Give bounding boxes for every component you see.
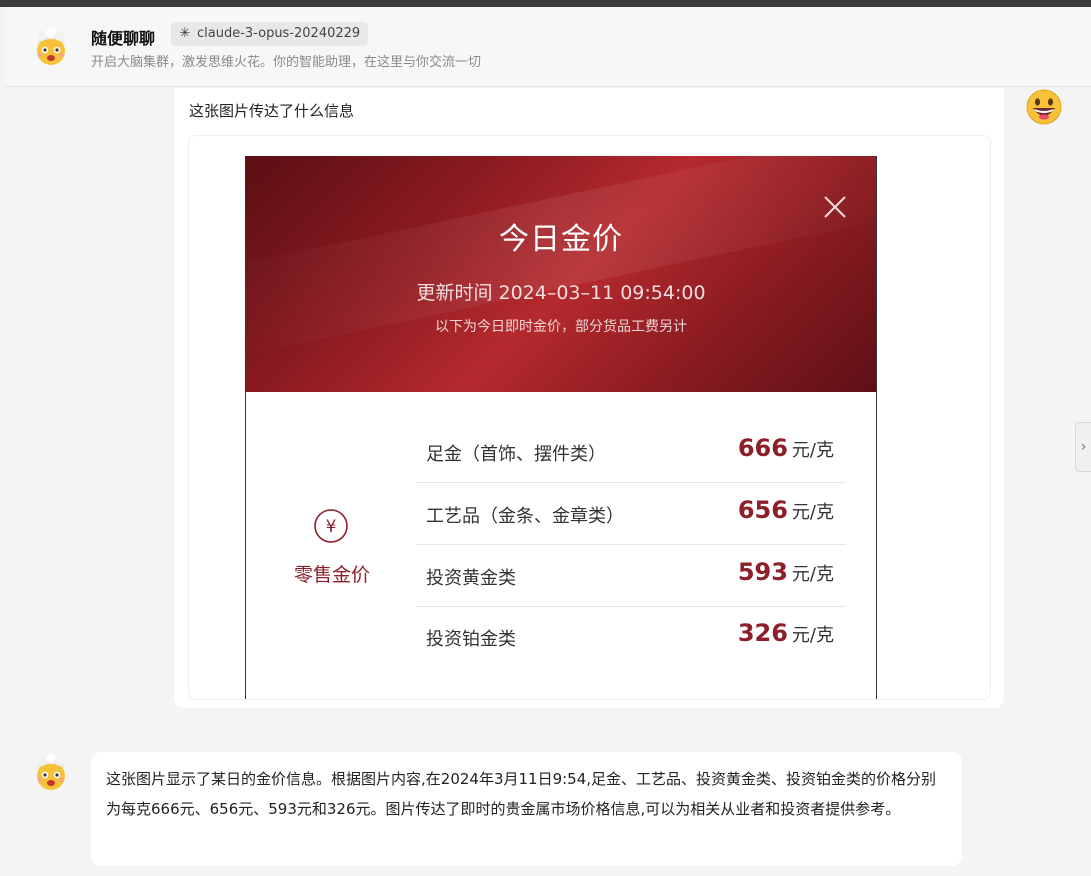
chat-header: 随便聊聊 ✳ claude-3-opus-20240229 开启大脑集群，激发思维… bbox=[5, 7, 1091, 87]
chat-title: 随便聊聊 bbox=[91, 29, 156, 48]
retail-price-label: 零售金价 bbox=[293, 564, 370, 586]
assistant-message-bubble: 这张图片显示了某日的金价信息。根据图片内容,在2024年3月11日9:54,足金… bbox=[91, 752, 962, 866]
price-number: 656 bbox=[737, 496, 788, 524]
price-row: 投资黄金类 593 元/克 bbox=[416, 546, 846, 607]
svg-text:¥: ¥ bbox=[326, 517, 337, 537]
price-name: 投资黄金类 bbox=[426, 568, 516, 589]
price-row: 足金（首饰、摆件类） 666 元/克 bbox=[416, 422, 846, 483]
model-badge[interactable]: ✳ claude-3-opus-20240229 bbox=[171, 22, 369, 46]
price-name: 投资铂金类 bbox=[426, 629, 516, 650]
top-window-bar bbox=[0, 0, 1091, 7]
price-number: 593 bbox=[737, 558, 788, 586]
price-unit: 元/克 bbox=[791, 502, 834, 523]
price-unit: 元/克 bbox=[791, 564, 834, 585]
side-panel-toggle[interactable]: › bbox=[1075, 422, 1091, 472]
price-value: 593 元/克 bbox=[738, 558, 834, 586]
price-name: 足金（首饰、摆件类） bbox=[426, 444, 606, 465]
update-time: 更新时间 2024–03–11 09:54:00 bbox=[416, 282, 706, 304]
card-header: 今日金价 更新时间 2024–03–11 09:54:00 以下为今日即时金价，… bbox=[246, 156, 876, 392]
close-icon bbox=[822, 194, 848, 220]
price-number: 326 bbox=[737, 619, 788, 647]
price-value: 326 元/克 bbox=[738, 619, 834, 647]
chevron-right-icon: › bbox=[1080, 439, 1087, 455]
price-unit: 元/克 bbox=[791, 440, 834, 461]
card-title: 今日金价 bbox=[499, 222, 623, 257]
assistant-message-text: 这张图片显示了某日的金价信息。根据图片内容,在2024年3月11日9:54,足金… bbox=[106, 770, 937, 818]
chat-subtitle: 开启大脑集群，激发思维火花。你的智能助理，在这里与你交流一切 bbox=[91, 55, 482, 70]
price-name: 工艺品（金条、金章类） bbox=[426, 506, 624, 527]
exploding-head-icon bbox=[31, 752, 71, 792]
price-row: 工艺品（金条、金章类） 656 元/克 bbox=[416, 484, 846, 545]
sparkle-icon: ✳ bbox=[179, 26, 191, 41]
price-value: 666 元/克 bbox=[738, 434, 834, 462]
yuan-icon: ¥ bbox=[313, 508, 349, 544]
gold-price-card: 今日金价 更新时间 2024–03–11 09:54:00 以下为今日即时金价，… bbox=[245, 156, 877, 699]
exploding-head-icon bbox=[31, 27, 71, 67]
user-message-text: 这张图片传达了什么信息 bbox=[189, 102, 355, 120]
grinning-face-icon bbox=[1025, 88, 1063, 126]
model-name: claude-3-opus-20240229 bbox=[197, 26, 361, 41]
price-note: 以下为今日即时金价，部分货品工费另计 bbox=[435, 319, 687, 335]
attached-image[interactable]: 今日金价 更新时间 2024–03–11 09:54:00 以下为今日即时金价，… bbox=[188, 135, 991, 700]
price-row: 投资铂金类 326 元/克 bbox=[416, 607, 846, 668]
user-message-bubble: 这张图片传达了什么信息 今日金价 更新时间 2024–03–11 09:54:0… bbox=[174, 88, 1004, 708]
price-value: 656 元/克 bbox=[738, 496, 834, 524]
price-number: 666 bbox=[737, 434, 788, 462]
price-unit: 元/克 bbox=[791, 625, 834, 646]
